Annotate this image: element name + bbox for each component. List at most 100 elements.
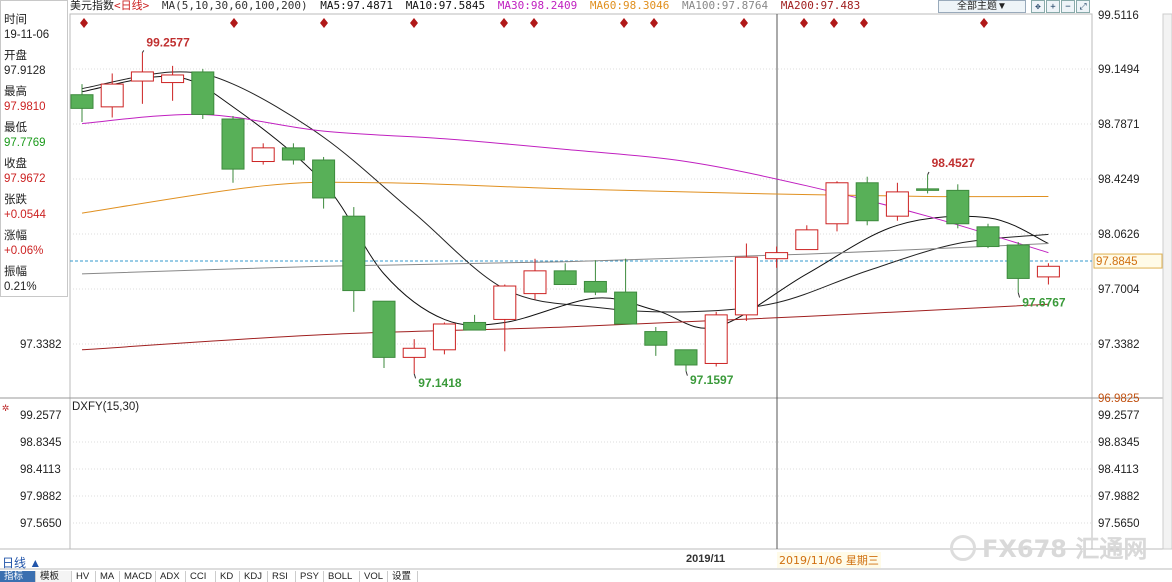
event-marker-icon[interactable] bbox=[230, 18, 238, 28]
indicator-tab[interactable]: VOL bbox=[360, 571, 388, 582]
ma5-value: MA5:97.4871 bbox=[320, 0, 394, 12]
candlestick[interactable] bbox=[312, 159, 336, 199]
indicator-tab[interactable]: 模板 bbox=[36, 571, 72, 582]
candlestick[interactable] bbox=[130, 71, 154, 82]
annotation-low-2: 97.1597 bbox=[690, 373, 734, 387]
zoom-out-icon[interactable]: − bbox=[1061, 0, 1075, 13]
indicator-tab[interactable]: MACD bbox=[120, 571, 156, 582]
pct-value: +0.06% bbox=[4, 245, 44, 257]
fx678-watermark: FX678 汇通网 bbox=[950, 529, 1147, 564]
candlestick[interactable] bbox=[765, 252, 789, 260]
candlestick[interactable] bbox=[70, 94, 94, 109]
indicator-tab[interactable]: PSY bbox=[296, 571, 324, 582]
candlestick[interactable] bbox=[191, 71, 215, 115]
chart-canvas[interactable]: 99.5116 99.1494 98.7871 98.4249 98.0626 97.70… bbox=[0, 0, 1172, 582]
indicator-tab[interactable]: RSI bbox=[268, 571, 296, 582]
candlestick[interactable] bbox=[976, 226, 1000, 248]
candlestick[interactable] bbox=[553, 270, 577, 286]
event-marker-icon[interactable] bbox=[530, 18, 538, 28]
candlestick[interactable] bbox=[734, 256, 758, 316]
candlestick[interactable] bbox=[644, 331, 668, 346]
watermark-logo-icon bbox=[950, 535, 976, 561]
candlestick[interactable] bbox=[916, 188, 940, 191]
indicator-tab[interactable]: KDJ bbox=[240, 571, 268, 582]
zoom-in-icon[interactable]: + bbox=[1046, 0, 1060, 13]
candlestick[interactable] bbox=[161, 74, 185, 84]
price-axis-label: 97.3382 bbox=[1098, 339, 1140, 351]
event-marker-icon[interactable] bbox=[500, 18, 508, 28]
candlestick[interactable] bbox=[402, 347, 426, 358]
ma100-value: MA100:97.8764 bbox=[682, 0, 769, 12]
candlestick[interactable] bbox=[523, 270, 547, 295]
candlestick[interactable] bbox=[795, 229, 819, 251]
event-marker-icon[interactable] bbox=[410, 18, 418, 28]
lower-left-label: 97.9882 bbox=[20, 491, 62, 503]
event-marker-icon[interactable] bbox=[620, 18, 628, 28]
candlestick[interactable] bbox=[251, 147, 275, 163]
lower-axis-label: 98.4113 bbox=[1098, 464, 1139, 476]
candlestick[interactable] bbox=[855, 182, 879, 222]
candlestick[interactable] bbox=[825, 182, 849, 225]
indicator-tab[interactable]: ADX bbox=[156, 571, 186, 582]
candlestick[interactable] bbox=[221, 118, 245, 170]
event-marker-icon[interactable] bbox=[800, 18, 808, 28]
close-label: 收盘 bbox=[4, 158, 27, 170]
indicator-tab[interactable]: CCI bbox=[186, 571, 216, 582]
ma10-value: MA10:97.5845 bbox=[405, 0, 486, 12]
candlestick[interactable] bbox=[372, 300, 396, 358]
event-marker-icon[interactable] bbox=[80, 18, 88, 28]
event-marker-icon[interactable] bbox=[320, 18, 328, 28]
lower-settings-icon[interactable]: ✲ bbox=[2, 400, 9, 414]
low-value: 97.7769 bbox=[4, 137, 46, 149]
candlestick[interactable] bbox=[432, 323, 456, 351]
period-switch[interactable]: 日线 ▲ bbox=[2, 554, 41, 571]
fullscreen-icon[interactable]: ⤢ bbox=[1076, 0, 1090, 13]
candlestick[interactable] bbox=[1006, 244, 1030, 279]
event-marker-icon[interactable] bbox=[830, 18, 838, 28]
change-label: 张跌 bbox=[4, 194, 27, 206]
event-marker-icon[interactable] bbox=[740, 18, 748, 28]
candlestick[interactable] bbox=[704, 314, 728, 364]
indicator-tab[interactable]: 设置 bbox=[388, 571, 418, 582]
lower-left-label: 98.4113 bbox=[20, 464, 61, 476]
price-axis-label: 96.9825 bbox=[1098, 393, 1140, 405]
lower-indicator-panel[interactable] bbox=[69, 397, 1093, 550]
candlestick[interactable] bbox=[614, 291, 638, 325]
ma-params: MA(5,10,30,60,100,200) bbox=[161, 0, 308, 12]
event-marker-icon[interactable] bbox=[980, 18, 988, 28]
symbol-name: 美元指数 bbox=[70, 0, 114, 12]
candlestick[interactable] bbox=[493, 285, 517, 320]
annotation-high: 99.2577 bbox=[146, 36, 190, 50]
theme-select[interactable]: 全部主题▼ bbox=[938, 0, 1026, 13]
lower-panel-title: DXFY(15,30) bbox=[72, 401, 139, 413]
candlestick[interactable] bbox=[946, 189, 970, 225]
ma30-value: MA30:98.2409 bbox=[497, 0, 578, 12]
cursor-date: 2019/11/06 星期三 bbox=[777, 552, 881, 568]
time-label: 时间 bbox=[4, 14, 27, 26]
candlestick[interactable] bbox=[342, 215, 366, 292]
candlestick[interactable] bbox=[100, 83, 124, 108]
crosshair-tool-icon[interactable]: ✥ bbox=[1031, 0, 1045, 13]
amp-value: 0.21% bbox=[4, 281, 37, 293]
lower-axis-label: 97.9882 bbox=[1098, 491, 1140, 503]
indicator-tab[interactable]: KD bbox=[216, 571, 240, 582]
indicator-tab[interactable]: 指标 bbox=[0, 571, 36, 582]
annotation-peak-pointer bbox=[927, 171, 930, 175]
annotation-peak: 98.4527 bbox=[932, 156, 976, 170]
event-marker-icon[interactable] bbox=[860, 18, 868, 28]
candlestick[interactable] bbox=[885, 191, 909, 217]
candlestick[interactable] bbox=[281, 147, 305, 161]
indicator-tab[interactable]: BOLL bbox=[324, 571, 360, 582]
event-marker-icon[interactable] bbox=[650, 18, 658, 28]
lower-left-label: 98.8345 bbox=[20, 437, 62, 449]
annotation-recent-low-pointer bbox=[1017, 292, 1021, 298]
candlestick[interactable] bbox=[674, 349, 698, 366]
indicator-tab[interactable]: MA bbox=[96, 571, 120, 582]
period-label[interactable]: <日线> bbox=[114, 0, 149, 12]
side-scrollbar[interactable] bbox=[1162, 13, 1172, 550]
change-value: +0.0544 bbox=[4, 209, 46, 221]
candlestick[interactable] bbox=[1036, 265, 1060, 278]
indicator-tab[interactable]: HV bbox=[72, 571, 96, 582]
candlestick[interactable] bbox=[583, 280, 607, 293]
candlestick[interactable] bbox=[463, 321, 487, 331]
